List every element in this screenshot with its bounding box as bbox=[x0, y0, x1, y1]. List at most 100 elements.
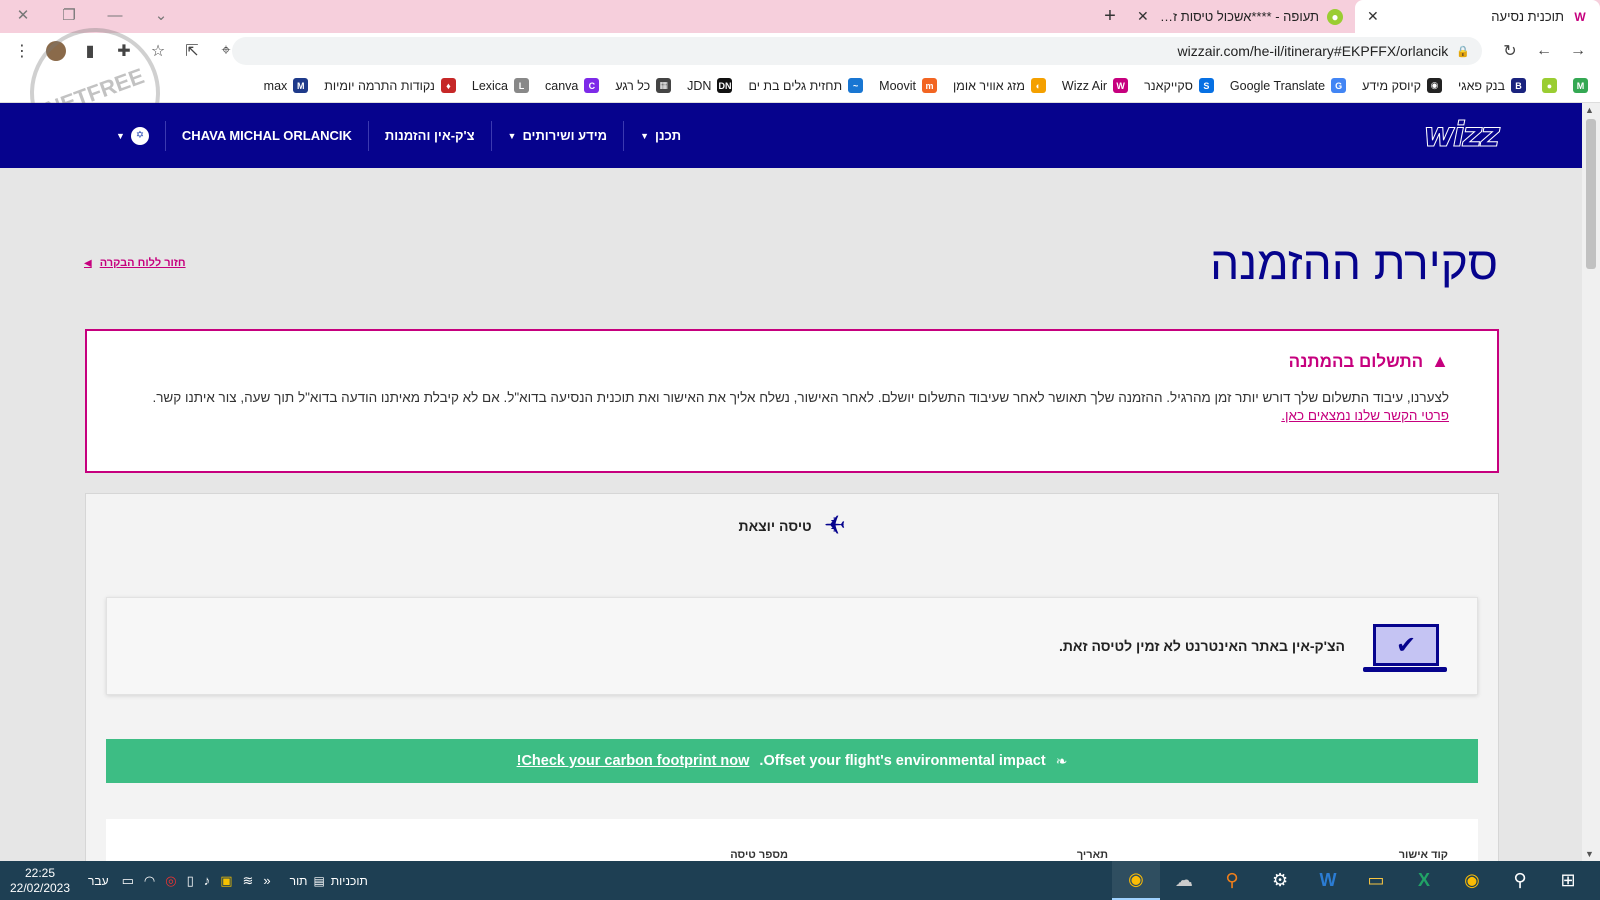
bookmark-item[interactable]: DN JDN bbox=[687, 78, 733, 93]
bookmark-item[interactable]: W Wizz Air bbox=[1061, 78, 1129, 93]
back-to-dashboard-link[interactable]: חזור ללוח הבקרה ◀ bbox=[84, 257, 186, 269]
bookmark-item[interactable]: Ccanva bbox=[545, 78, 600, 93]
bookmark-item[interactable]: B בנק פאגי bbox=[1458, 78, 1526, 93]
windows-start-icon[interactable]: ⊞ bbox=[1544, 861, 1592, 900]
programs-label: תוכניות bbox=[330, 873, 368, 888]
carbon-text: Offset your flight's environmental impac… bbox=[759, 753, 1046, 769]
bookmark-favicon-icon: ~ bbox=[848, 78, 864, 93]
scrollbar-thumb[interactable] bbox=[1586, 119, 1596, 269]
nav-plan[interactable]: תכנן ▼ bbox=[623, 120, 697, 151]
alert-heading: ▲ התשלום בהמתנה bbox=[135, 351, 1449, 372]
payment-pending-alert: ▲ התשלום בהמתנה לצערנו, עיבוד התשלום שלך… bbox=[85, 329, 1499, 473]
outbound-flight-label: טיסה יוצאת bbox=[738, 517, 812, 534]
nav-info[interactable]: מידע ושירותים ▼ bbox=[490, 120, 624, 151]
bookmark-item[interactable]: L Lexica bbox=[472, 78, 530, 93]
programs-toolbar[interactable]: תור ▤ תוכניות bbox=[290, 874, 368, 888]
programs-short: תור bbox=[289, 873, 308, 888]
wizz-favicon-icon: W bbox=[1574, 9, 1586, 24]
bookmark-item[interactable]: ▦ כל רגע bbox=[615, 78, 672, 93]
search-icon[interactable]: ⚲ bbox=[1496, 861, 1544, 900]
bookmark-item[interactable]: ~ תחזית גלים בת ים bbox=[748, 78, 864, 93]
restore-window-icon[interactable]: ❐ bbox=[46, 6, 92, 24]
chrome-icon[interactable]: ◉ bbox=[1448, 861, 1496, 900]
tab-flights[interactable]: ● תעופה - ****אשכול טיסות זולות!! ✕ bbox=[1125, 0, 1355, 33]
file-explorer-icon[interactable]: ▭ bbox=[1352, 861, 1400, 900]
search-app-icon[interactable]: ⚲ bbox=[1208, 861, 1256, 900]
bookmark-label: נקודות התרמה יומיות bbox=[324, 78, 435, 93]
cloud-app-icon[interactable]: ☁ bbox=[1160, 861, 1208, 900]
wifi-icon[interactable]: ◠ bbox=[144, 873, 155, 889]
nav-checkin-label: צ'ק-אין והזמנות bbox=[384, 128, 475, 143]
carbon-offset-banner: ❧ Offset your flight's environmental imp… bbox=[106, 739, 1478, 783]
site-header: wizz תכנן ▼ מידע ושירותים ▼ צ'ק-אין והזמנו… bbox=[0, 103, 1582, 168]
settings-icon[interactable]: ⚙ bbox=[1256, 861, 1304, 900]
clock-time: 22:25 bbox=[24, 865, 56, 880]
new-tab-button[interactable]: + bbox=[1095, 0, 1125, 33]
address-bar[interactable]: wizzair.com/he-il/itinerary#EKPFFX/orlan… bbox=[232, 37, 1482, 65]
volume-icon[interactable]: ♪ bbox=[204, 873, 211, 888]
window-controls: ✕ ❐ — ⌄ bbox=[0, 0, 184, 30]
bookmark-item[interactable]: G Google Translate bbox=[1230, 78, 1347, 93]
clock-date: 22/02/2023 bbox=[9, 880, 71, 895]
share-icon[interactable]: ⇱ bbox=[176, 35, 208, 67]
reload-icon[interactable]: ↻ bbox=[1494, 35, 1526, 67]
close-window-icon[interactable]: ✕ bbox=[0, 6, 46, 24]
page-title: סקירת ההזמנה bbox=[1210, 237, 1498, 289]
menu-icon[interactable]: ⋮ bbox=[6, 35, 38, 67]
carbon-footprint-link[interactable]: Check your carbon footprint now! bbox=[517, 753, 750, 769]
bookmark-favicon-icon: DN bbox=[717, 78, 733, 93]
bookmark-item[interactable]: ♦ נקודות התרמה יומיות bbox=[324, 78, 456, 93]
tab-title: תוכנית נסיעה bbox=[1491, 9, 1564, 24]
bookmark-item[interactable]: Mmax bbox=[264, 78, 309, 93]
bookmark-favicon-icon: L bbox=[514, 78, 530, 93]
browser-toolbar: ⋮ ▮ ✚ ☆ ⇱ ⌖ wizzair.com/he-il/itinerary#… bbox=[0, 33, 1600, 69]
bookmark-label: Wizz Air bbox=[1061, 78, 1108, 93]
bookmark-label: מזג אוויר אומן bbox=[952, 78, 1025, 93]
close-tab-icon[interactable]: ✕ bbox=[1367, 8, 1379, 25]
chrome-active-icon[interactable]: ◉ bbox=[1112, 861, 1160, 900]
bookmark-item[interactable]: ● bbox=[1542, 78, 1557, 93]
column-flight-number: מספר טיסה bbox=[730, 849, 788, 861]
nav-user[interactable]: CHAVA MICHAL ORLANCIK bbox=[164, 120, 368, 151]
bookmark-item[interactable]: S סקייקאנר bbox=[1144, 78, 1214, 93]
usb-icon[interactable]: ▯ bbox=[187, 873, 194, 889]
record-icon[interactable]: ◎ bbox=[165, 873, 176, 889]
bookmark-favicon-icon: C bbox=[584, 78, 600, 93]
bookmark-label: כל רגע bbox=[615, 78, 651, 93]
language-selector[interactable]: ✡ ▼ bbox=[100, 121, 165, 151]
overflow-chevron-icon[interactable]: » bbox=[263, 873, 270, 888]
scroll-up-icon[interactable]: ▲ bbox=[1585, 105, 1594, 115]
bookmark-item[interactable]: ◐ מזג אוויר אומן bbox=[953, 78, 1046, 93]
contact-details-link[interactable]: פרטי הקשר שלנו נמצאים כאן. bbox=[1281, 408, 1449, 423]
lock-icon[interactable]: 🔒 bbox=[1456, 45, 1470, 58]
tab-title: תעופה - ****אשכול טיסות זולות!! bbox=[1156, 9, 1319, 24]
tab-search-icon[interactable]: ⌄ bbox=[138, 6, 184, 24]
network-icon[interactable]: ≋ bbox=[243, 873, 254, 889]
nav-checkin[interactable]: צ'ק-אין והזמנות bbox=[367, 120, 491, 151]
input-language[interactable]: עבר bbox=[88, 874, 109, 888]
bookmark-label: canva bbox=[545, 78, 579, 93]
tray-app-icon[interactable]: ▣ bbox=[220, 873, 232, 889]
warning-icon: ▲ bbox=[1431, 351, 1449, 371]
forward-icon[interactable]: → bbox=[1562, 35, 1594, 67]
bookmark-item[interactable]: m Moovit bbox=[879, 78, 937, 93]
bookmark-label: JDN bbox=[687, 78, 712, 93]
close-tab-icon[interactable]: ✕ bbox=[1137, 8, 1149, 25]
word-icon[interactable]: W bbox=[1304, 861, 1352, 900]
page-scrollbar[interactable]: ▲ ▼ bbox=[1582, 103, 1600, 861]
back-icon[interactable]: ← bbox=[1528, 35, 1560, 67]
bookmark-label: Moovit bbox=[879, 78, 916, 93]
excel-icon[interactable]: X bbox=[1400, 861, 1448, 900]
bookmark-favicon-icon: ◉ bbox=[1427, 78, 1443, 93]
scroll-down-icon[interactable]: ▼ bbox=[1585, 849, 1594, 859]
bookmark-item[interactable]: M bbox=[1573, 78, 1588, 93]
clock[interactable]: 22:25 22/02/2023 bbox=[0, 866, 80, 896]
wizz-logo[interactable]: wizz bbox=[1423, 115, 1501, 156]
bookmark-favicon-icon: ♦ bbox=[440, 78, 456, 93]
bookmark-item[interactable]: ◉ קיוסק מידע bbox=[1362, 78, 1443, 93]
minimize-window-icon[interactable]: — bbox=[92, 7, 138, 24]
battery-icon[interactable]: ▭ bbox=[122, 873, 134, 889]
site-nav: תכנן ▼ מידע ושירותים ▼ צ'ק-אין והזמנות CHA… bbox=[100, 103, 697, 168]
tab-itinerary[interactable]: W תוכנית נסיעה ✕ bbox=[1355, 0, 1600, 33]
browser-tab-strip: W תוכנית נסיעה ✕ ● תעופה - ****אשכול טיס… bbox=[0, 0, 1600, 33]
